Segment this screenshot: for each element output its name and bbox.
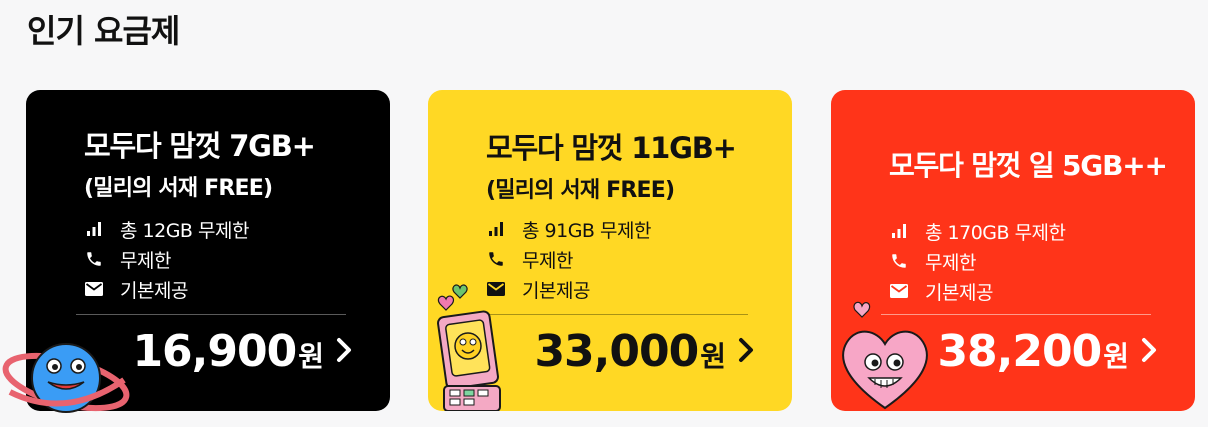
plan-features: 총 12GB 무제한 무제한 기본제공 <box>84 214 249 304</box>
feature-text: 총 12GB 무제한 <box>120 219 249 242</box>
plan-card-daily-5gb[interactable]: 모두다 맘껏 일 5GB++ 총 170GB 무제한 무제한 기본제공 38,2… <box>831 90 1195 411</box>
feature-voice: 무제한 <box>84 244 249 274</box>
plan-subtitle: (밀리의 서재 FREE) <box>486 178 675 203</box>
feature-text: 총 91GB 무제한 <box>522 219 651 242</box>
phone-icon <box>486 249 506 269</box>
price-link[interactable]: 16,900 원 <box>132 326 352 377</box>
price-currency: 원 <box>298 340 324 373</box>
chevron-right-icon <box>1141 337 1157 367</box>
feature-text: 기본제공 <box>120 279 188 302</box>
plan-subtitle: (밀리의 서재 FREE) <box>84 176 273 201</box>
mail-icon <box>84 279 104 299</box>
plan-card-11gb[interactable]: 모두다 맘껏 11GB+ (밀리의 서재 FREE) 총 91GB 무제한 무제… <box>428 90 792 411</box>
feature-text: 무제한 <box>522 249 573 272</box>
price-currency: 원 <box>1103 340 1129 373</box>
plan-name: 모두다 맘껏 일 5GB++ <box>889 149 1168 182</box>
feature-text: 무제한 <box>925 251 976 274</box>
plan-name: 모두다 맘껏 7GB+ <box>84 129 316 163</box>
chevron-right-icon <box>738 337 754 367</box>
feature-text: 기본제공 <box>522 279 590 302</box>
feature-message: 기본제공 <box>84 274 249 304</box>
price-link[interactable]: 38,200 원 <box>937 326 1157 377</box>
plan-name: 모두다 맘껏 11GB+ <box>486 131 737 165</box>
section-title: 인기 요금제 <box>27 12 180 50</box>
feature-data: 총 91GB 무제한 <box>486 214 651 244</box>
price-value: 16,900 <box>132 326 297 377</box>
price-value: 38,200 <box>937 326 1102 377</box>
price-currency: 원 <box>700 340 726 373</box>
chevron-right-icon <box>336 337 352 367</box>
feature-text: 기본제공 <box>925 281 993 304</box>
divider <box>478 314 748 315</box>
price-link[interactable]: 33,000 원 <box>534 326 754 377</box>
feature-voice: 무제한 <box>486 244 651 274</box>
price-value: 33,000 <box>534 326 699 377</box>
divider <box>76 314 346 315</box>
feature-data: 총 170GB 무제한 <box>889 216 1066 246</box>
feature-data: 총 12GB 무제한 <box>84 214 249 244</box>
feature-text: 총 170GB 무제한 <box>925 221 1066 244</box>
heart-mascot <box>835 298 935 411</box>
phone-icon <box>84 249 104 269</box>
plan-features: 총 170GB 무제한 무제한 기본제공 <box>889 216 1066 306</box>
feature-text: 무제한 <box>120 249 171 272</box>
signal-icon <box>889 221 909 241</box>
flip-phone-mascot <box>434 278 516 411</box>
planet-mascot <box>0 330 132 420</box>
phone-icon <box>889 251 909 271</box>
feature-voice: 무제한 <box>889 246 1066 276</box>
signal-icon <box>84 219 104 239</box>
signal-icon <box>486 219 506 239</box>
